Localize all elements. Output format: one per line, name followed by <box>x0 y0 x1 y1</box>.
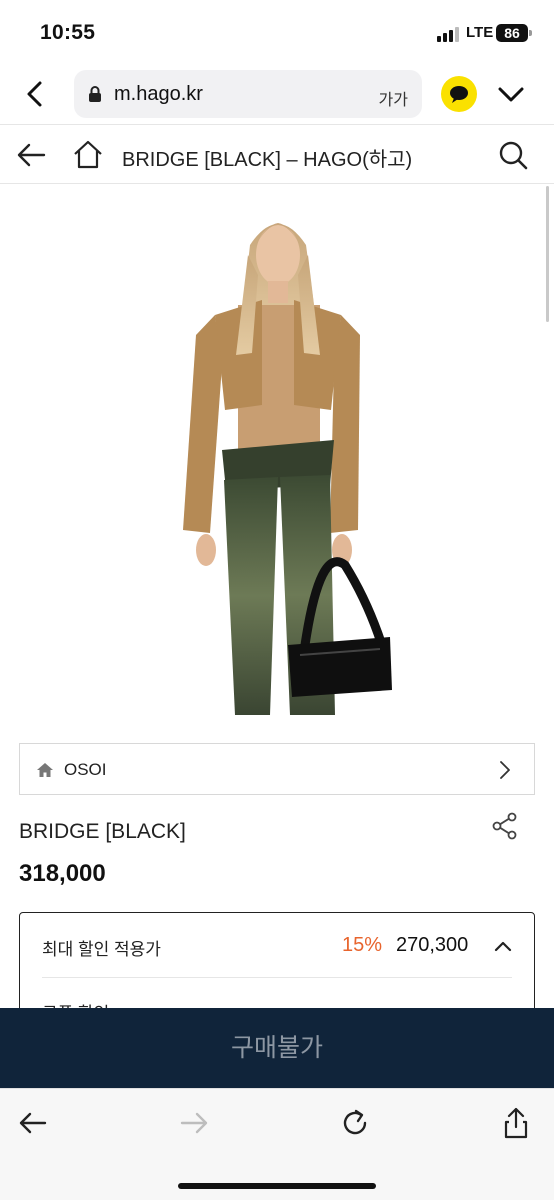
lock-icon <box>89 86 101 102</box>
buy-button-label: 구매불가 <box>230 1033 323 1062</box>
browser-back-icon[interactable] <box>18 76 54 112</box>
battery-tip <box>529 30 532 36</box>
product-name: BRIDGE [BLACK] <box>19 820 186 843</box>
discount-panel[interactable]: 최대 할인 적용가 15% 270,300 쿠폰 할인 <box>19 912 535 1022</box>
browser-toolbar <box>0 1088 554 1200</box>
reload-icon[interactable] <box>337 1105 373 1141</box>
brand-home-icon <box>37 763 53 777</box>
share-icon[interactable] <box>490 811 520 841</box>
signal-icon <box>437 26 459 42</box>
kakao-chat-icon[interactable] <box>441 76 477 112</box>
scroll-indicator[interactable] <box>546 186 549 322</box>
brand-name: OSOI <box>64 760 107 779</box>
product-image[interactable] <box>0 185 554 730</box>
page-title: BRIDGE [BLACK] – HAGO(하고) <box>122 149 413 171</box>
site-header: BRIDGE [BLACK] – HAGO(하고) <box>0 124 554 184</box>
text-size-button[interactable]: 가가 <box>379 86 408 110</box>
home-indicator <box>178 1183 376 1189</box>
divider <box>42 977 512 978</box>
url-bar[interactable]: m.hago.kr 가가 <box>74 70 422 118</box>
chevron-up-icon[interactable] <box>492 935 514 957</box>
discount-price: 270,300 <box>396 934 469 956</box>
discount-label: 최대 할인 적용가 <box>42 940 161 959</box>
status-bar: 10:55 LTE 86 <box>0 0 554 64</box>
battery-icon: 86 <box>496 24 528 42</box>
browser-bar: m.hago.kr 가가 <box>0 64 554 124</box>
back-arrow-icon[interactable] <box>14 137 50 173</box>
chevron-down-icon[interactable] <box>494 79 528 109</box>
buy-button[interactable]: 구매불가 <box>0 1008 554 1088</box>
back-icon[interactable] <box>15 1105 51 1141</box>
product-price: 318,000 <box>19 860 106 887</box>
search-icon[interactable] <box>495 137 531 173</box>
discount-rate: 15% <box>342 934 383 956</box>
url-text: m.hago.kr <box>114 83 203 105</box>
share-toolbar-icon[interactable] <box>498 1105 534 1141</box>
status-time: 10:55 <box>40 21 96 44</box>
forward-icon[interactable] <box>176 1105 212 1141</box>
network-label: LTE <box>466 24 494 41</box>
home-icon[interactable] <box>70 137 106 173</box>
chevron-right-icon <box>500 761 510 779</box>
brand-link[interactable]: OSOI <box>19 743 535 795</box>
